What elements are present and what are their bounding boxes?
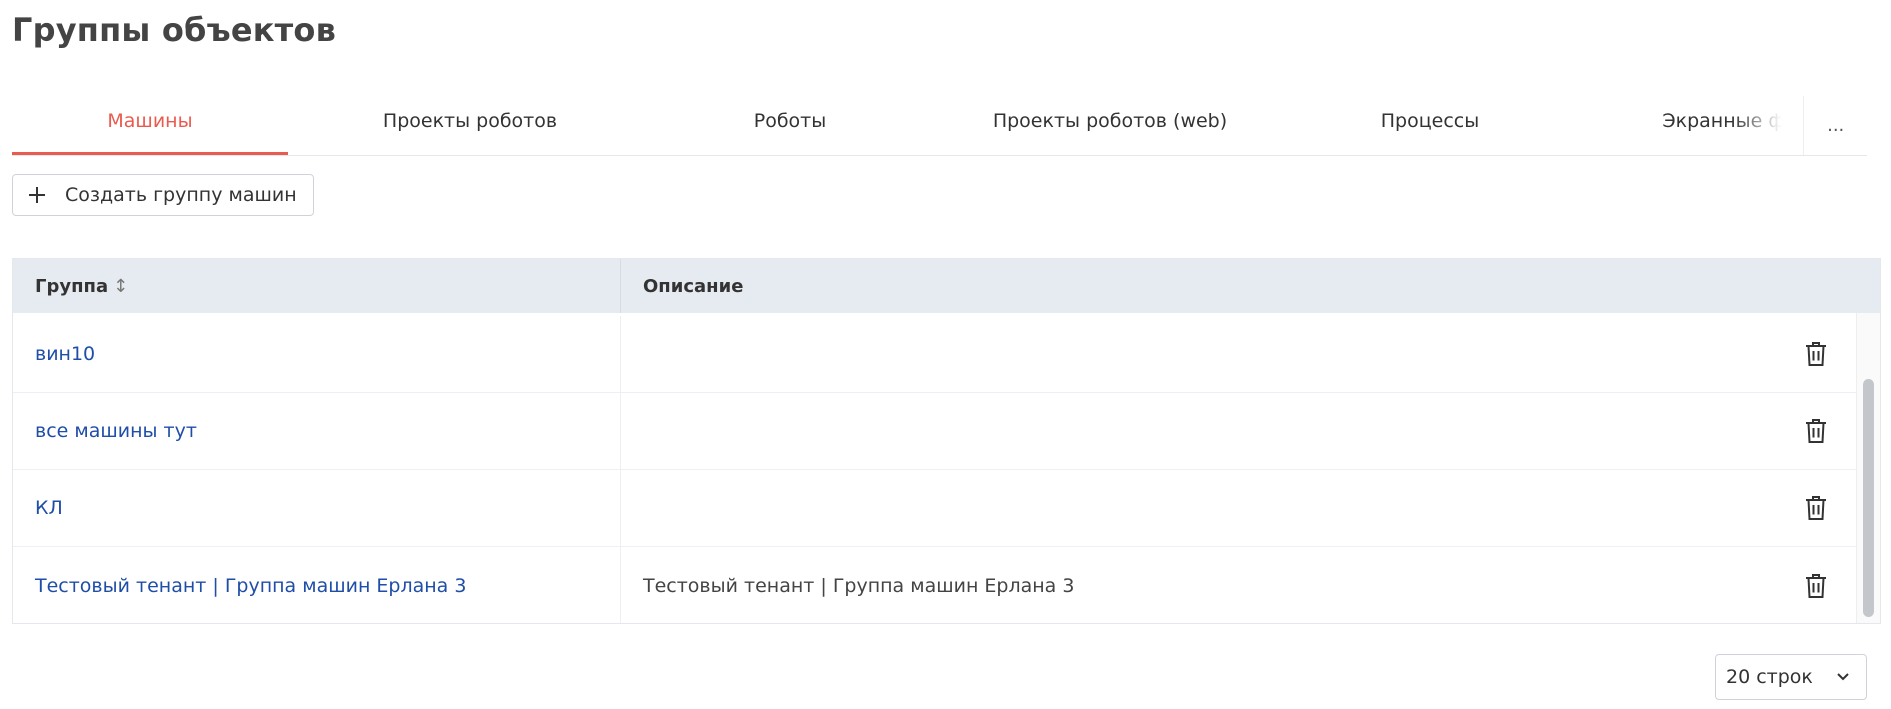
- trash-icon: [1806, 573, 1826, 598]
- cell-description: Тестовый тенант | Группа машин Ерлана 3: [643, 574, 1075, 597]
- vertical-scrollbar[interactable]: [1856, 313, 1880, 623]
- create-machine-group-label: Создать группу машин: [65, 184, 297, 206]
- cell-description: [621, 393, 1776, 469]
- cell-group: Тестовый тенант | Группа машин Ерлана 3: [13, 547, 621, 623]
- table-row: вин10: [13, 316, 1856, 393]
- groups-table: Группа ↕ Описание вин10 все машины тут К…: [12, 258, 1881, 624]
- table-body: вин10 все машины тут КЛ Тестовый тенант …: [13, 313, 1880, 623]
- cell-actions: [1776, 547, 1856, 623]
- cell-actions: [1776, 393, 1856, 469]
- tabs-scroll: Машины Проекты роботов Роботы Проекты ро…: [12, 96, 1804, 155]
- cell-actions: [1776, 470, 1856, 546]
- group-link[interactable]: КЛ: [35, 497, 63, 519]
- plus-icon: [29, 187, 45, 203]
- trash-icon: [1806, 419, 1826, 443]
- page: Группы объектов Машины Проекты роботов Р…: [0, 0, 1891, 709]
- table-row: Тестовый тенант | Группа машин Ерлана 3 …: [13, 547, 1856, 623]
- group-link[interactable]: вин10: [35, 343, 95, 365]
- delete-button[interactable]: [1800, 338, 1832, 370]
- rows-per-page-value: 20 строк: [1726, 666, 1813, 688]
- delete-button[interactable]: [1800, 492, 1832, 524]
- tab-robot-projects[interactable]: Проекты роботов: [332, 96, 608, 155]
- tab-machines[interactable]: Машины: [12, 96, 288, 155]
- cell-group: все машины тут: [13, 393, 621, 469]
- tab-processes[interactable]: Процессы: [1292, 96, 1568, 155]
- page-title: Группы объектов: [12, 11, 337, 49]
- tabs-more-button[interactable]: ...: [1803, 96, 1867, 155]
- column-header-group-label: Группа: [35, 275, 109, 297]
- delete-button[interactable]: [1800, 570, 1832, 602]
- tabs-bar: Машины Проекты роботов Роботы Проекты ро…: [12, 96, 1867, 156]
- column-header-description: Описание: [621, 259, 1880, 313]
- table-row: все машины тут: [13, 393, 1856, 470]
- trash-icon: [1806, 342, 1826, 366]
- cell-description: [621, 470, 1776, 546]
- table-rows: вин10 все машины тут КЛ Тестовый тенант …: [13, 316, 1856, 623]
- group-link[interactable]: Тестовый тенант | Группа машин Ерлана 3: [35, 575, 466, 597]
- tab-robot-projects-web[interactable]: Проекты роботов (web): [972, 96, 1248, 155]
- column-header-description-label: Описание: [643, 275, 744, 297]
- table-header: Группа ↕ Описание: [13, 259, 1880, 313]
- trash-icon: [1806, 496, 1826, 520]
- column-header-group[interactable]: Группа ↕: [13, 259, 621, 313]
- cell-group: КЛ: [13, 470, 621, 546]
- create-machine-group-button[interactable]: Создать группу машин: [12, 174, 314, 216]
- tab-screen-forms[interactable]: Экранные формы: [1612, 96, 1803, 155]
- group-link[interactable]: все машины тут: [35, 420, 197, 442]
- tab-robots[interactable]: Роботы: [652, 96, 928, 155]
- delete-button[interactable]: [1800, 415, 1832, 447]
- sort-icon[interactable]: ↕: [113, 276, 128, 297]
- scrollbar-thumb[interactable]: [1863, 379, 1874, 617]
- rows-per-page-select[interactable]: 20 строк: [1715, 654, 1867, 700]
- cell-actions: [1776, 316, 1856, 392]
- cell-description: [621, 316, 1776, 392]
- chevron-down-icon: [1836, 670, 1850, 684]
- cell-group: вин10: [13, 316, 621, 392]
- table-row: КЛ: [13, 470, 1856, 547]
